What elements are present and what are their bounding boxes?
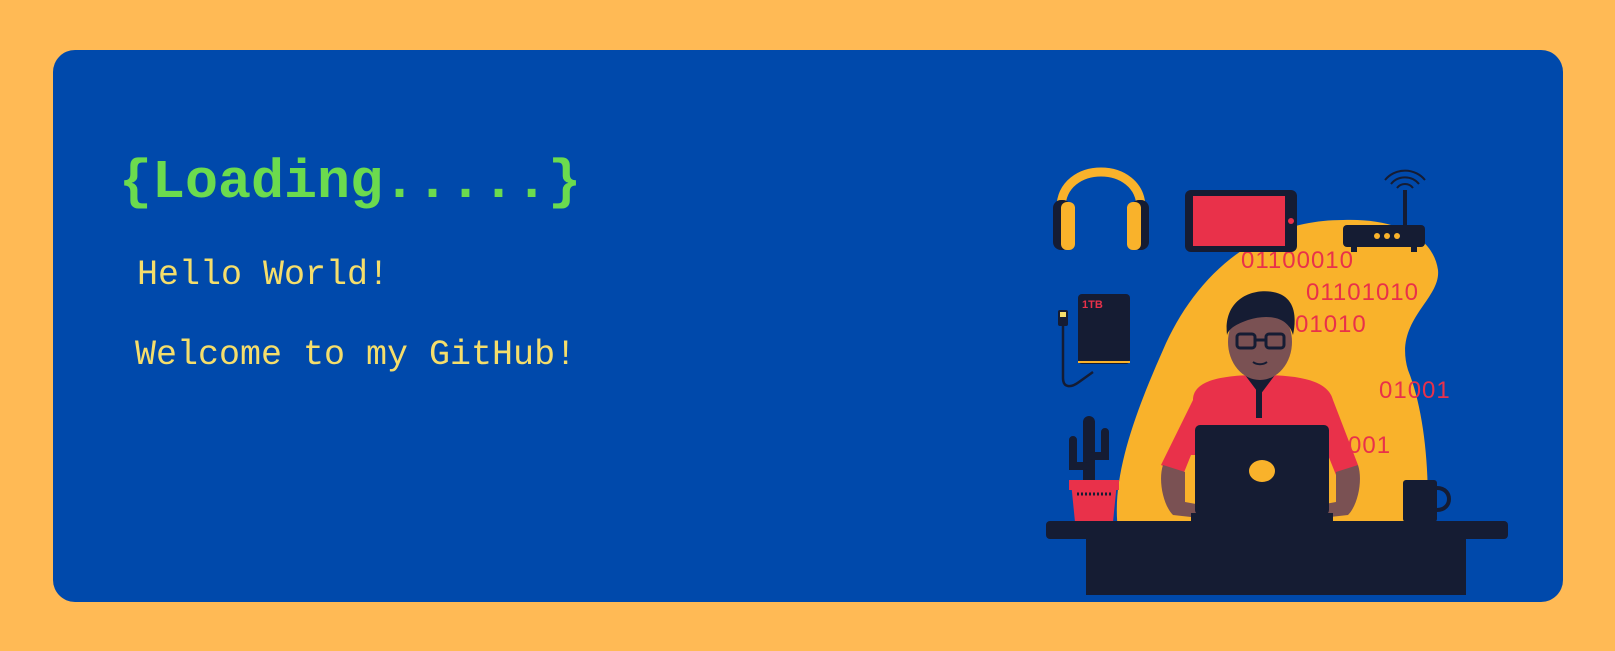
- binary-line-4: 01001: [1379, 377, 1451, 404]
- desk: [1046, 521, 1508, 595]
- binary-line-5: 001: [1348, 432, 1391, 459]
- tablet-icon: [1185, 190, 1297, 252]
- coffee-mug-icon: [1403, 480, 1451, 522]
- hard-drive-icon: 1TB: [1058, 294, 1130, 388]
- binary-line-2: 01101010: [1306, 279, 1419, 306]
- developer-illustration: 01100010 01101010 01010 01001 001 1TB: [1046, 167, 1508, 595]
- greeting-text: Hello World!: [137, 255, 390, 295]
- binary-line-3: 01010: [1295, 311, 1367, 338]
- laptop-icon: [1191, 425, 1333, 521]
- cactus-plant-icon: [1069, 416, 1119, 522]
- router-icon: [1343, 169, 1426, 252]
- loading-headline: {Loading.....}: [119, 151, 582, 214]
- banner-card: {Loading.....} Hello World! Welcome to m…: [53, 50, 1563, 602]
- drive-capacity-label: 1TB: [1082, 299, 1103, 311]
- headphones-icon: [1053, 167, 1149, 250]
- welcome-text: Welcome to my GitHub!: [135, 335, 577, 375]
